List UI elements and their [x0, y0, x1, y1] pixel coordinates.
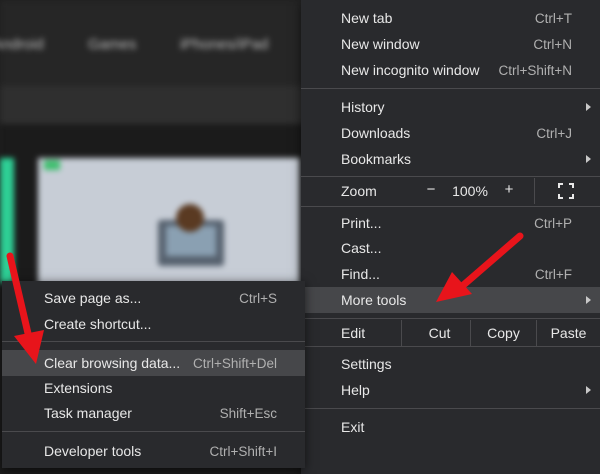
- menu-item-history[interactable]: History: [301, 94, 600, 120]
- menu-item-shortcut: Shift+Esc: [219, 405, 277, 421]
- menu-item-shortcut: Ctrl+P: [534, 215, 572, 231]
- copy-button[interactable]: Copy: [470, 320, 536, 346]
- menu-item-task-manager[interactable]: Task manager Shift+Esc: [2, 400, 305, 426]
- menu-item-label: Downloads: [341, 125, 411, 141]
- menu-item-label: Settings: [341, 356, 392, 372]
- zoom-row: Zoom − 100% +: [301, 178, 600, 204]
- menu-item-save-page-as[interactable]: Save page as... Ctrl+S: [2, 285, 305, 311]
- menu-item-label: Exit: [341, 419, 365, 435]
- menu-item-label: Task manager: [44, 405, 132, 421]
- menu-item-settings[interactable]: Settings: [301, 351, 600, 377]
- site-nav-item: iPhones/iPad: [180, 36, 269, 53]
- menu-item-shortcut: Ctrl+F: [534, 266, 572, 282]
- menu-item-extensions[interactable]: Extensions: [2, 375, 305, 401]
- menu-item-new-incognito-window[interactable]: New incognito window Ctrl+Shift+N: [301, 57, 600, 83]
- menu-item-shortcut: Ctrl+Shift+I: [209, 443, 277, 459]
- zoom-in-button[interactable]: +: [501, 181, 517, 198]
- site-accent-bar: [0, 158, 14, 283]
- menu-item-cast[interactable]: Cast...: [301, 235, 600, 261]
- menu-separator: [2, 341, 305, 342]
- menu-item-shortcut: Ctrl+T: [534, 10, 572, 26]
- menu-item-label: Extensions: [44, 380, 113, 396]
- menu-item-label: Help: [341, 382, 370, 398]
- menu-separator: [301, 408, 600, 409]
- submenu-arrow-icon: [586, 386, 591, 394]
- submenu-arrow-icon: [586, 155, 591, 163]
- submenu-arrow-icon: [586, 296, 591, 304]
- menu-item-print[interactable]: Print... Ctrl+P: [301, 210, 600, 236]
- menu-item-help[interactable]: Help: [301, 377, 600, 403]
- menu-item-create-shortcut[interactable]: Create shortcut...: [2, 311, 305, 337]
- menu-item-label: Print...: [341, 215, 382, 231]
- zoom-label: Zoom: [341, 183, 377, 199]
- menu-item-label: New incognito window: [341, 62, 480, 78]
- menu-item-label: Clear browsing data...: [44, 355, 181, 371]
- menu-separator: [301, 206, 600, 207]
- menu-item-label: Cast...: [341, 240, 382, 256]
- menu-item-find[interactable]: Find... Ctrl+F: [301, 261, 600, 287]
- menu-item-label: History: [341, 99, 385, 115]
- submenu-arrow-icon: [586, 103, 591, 111]
- edit-row: Edit Cut Copy Paste: [301, 320, 600, 346]
- menu-item-developer-tools[interactable]: Developer tools Ctrl+Shift+I: [2, 438, 305, 464]
- menu-item-label: Developer tools: [44, 443, 142, 459]
- menu-item-bookmarks[interactable]: Bookmarks: [301, 146, 600, 172]
- thumbnail-tag: [44, 160, 60, 170]
- menu-item-label: More tools: [341, 292, 407, 308]
- menu-item-clear-browsing-data[interactable]: Clear browsing data... Ctrl+Shift+Del: [2, 350, 305, 376]
- menu-item-shortcut: Ctrl+J: [536, 125, 572, 141]
- menu-item-new-tab[interactable]: New tab Ctrl+T: [301, 5, 600, 31]
- menu-separator: [301, 176, 600, 177]
- menu-item-label: Find...: [341, 266, 380, 282]
- fullscreen-icon[interactable]: [558, 183, 574, 199]
- site-nav-item: Android: [0, 36, 44, 53]
- browser-main-menu: New tab Ctrl+T New window Ctrl+N New inc…: [301, 0, 600, 474]
- paste-button[interactable]: Paste: [536, 320, 600, 346]
- menu-item-label: New window: [341, 36, 420, 52]
- menu-item-label: Bookmarks: [341, 151, 412, 167]
- menu-item-shortcut: Ctrl+Shift+Del: [192, 355, 277, 371]
- menu-item-label: Save page as...: [44, 290, 142, 306]
- zoom-level: 100%: [452, 183, 488, 199]
- zoom-divider: [534, 178, 535, 204]
- menu-item-exit[interactable]: Exit: [301, 414, 600, 440]
- menu-separator: [2, 431, 305, 432]
- menu-item-more-tools[interactable]: More tools: [301, 287, 600, 313]
- menu-separator: [301, 318, 600, 319]
- site-nav-item: Games: [88, 36, 137, 53]
- menu-item-label: New tab: [341, 10, 393, 26]
- zoom-out-button[interactable]: −: [423, 181, 439, 198]
- menu-item-downloads[interactable]: Downloads Ctrl+J: [301, 120, 600, 146]
- more-tools-submenu: Save page as... Ctrl+S Create shortcut..…: [2, 281, 305, 468]
- person-illustration: [176, 204, 204, 232]
- menu-item-shortcut: Ctrl+N: [533, 36, 572, 52]
- menu-item-shortcut: Ctrl+Shift+N: [498, 62, 572, 78]
- menu-item-shortcut: Ctrl+S: [239, 290, 277, 306]
- menu-item-new-window[interactable]: New window Ctrl+N: [301, 31, 600, 57]
- edit-label: Edit: [341, 325, 366, 341]
- menu-item-label: Create shortcut...: [44, 316, 152, 332]
- menu-separator: [301, 346, 600, 347]
- cut-button[interactable]: Cut: [401, 320, 477, 346]
- menu-separator: [301, 88, 600, 89]
